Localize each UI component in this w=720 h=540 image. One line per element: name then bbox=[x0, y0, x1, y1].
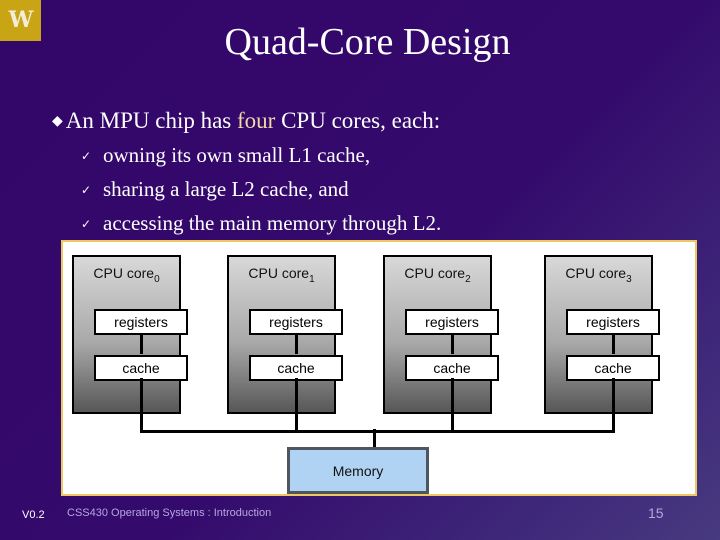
memory-link bbox=[373, 429, 376, 449]
sub-bullet-text: accessing the main memory through L2. bbox=[103, 211, 442, 235]
core-title: CPU core2 bbox=[404, 265, 471, 285]
sub-bullet-text: owning its own small L1 cache, bbox=[103, 143, 371, 167]
cpu-core-2: CPU core2 registers cache bbox=[383, 255, 499, 414]
course-footer: CSS430 Operating Systems : Introduction bbox=[67, 507, 272, 519]
connector-line bbox=[140, 334, 143, 354]
registers-box: registers bbox=[94, 309, 188, 335]
registers-box: registers bbox=[405, 309, 499, 335]
checkmark-icon: ✓ bbox=[81, 217, 92, 231]
bullet-list: ◆ An MPU chip has four CPU cores, each: ✓… bbox=[52, 106, 441, 242]
shared-bus bbox=[140, 430, 615, 433]
cpu-core-3: CPU core3 registers cache bbox=[544, 255, 660, 414]
core-index: 3 bbox=[626, 273, 632, 285]
core-index: 1 bbox=[309, 273, 315, 285]
core-index: 0 bbox=[154, 273, 160, 285]
quad-core-diagram: CPU core0 registers cache CPU core1 regi… bbox=[61, 240, 697, 496]
core-title: CPU core3 bbox=[565, 265, 632, 285]
page-number: 15 bbox=[648, 505, 664, 521]
cpu-core-1: CPU core1 registers cache bbox=[227, 255, 343, 414]
bullet-highlight: four bbox=[237, 108, 276, 133]
bus-drop-core-2 bbox=[451, 378, 454, 432]
connector-line bbox=[451, 334, 454, 354]
sub-bullet: ✓ owning its own small L1 cache, bbox=[81, 140, 469, 174]
sub-bullet: ✓ accessing the main memory through L2. bbox=[81, 208, 469, 242]
bus-drop-core-3 bbox=[612, 378, 615, 432]
core-title: CPU core1 bbox=[248, 265, 315, 285]
checkmark-icon: ✓ bbox=[81, 149, 92, 163]
sub-bullet-text: sharing a large L2 cache, and bbox=[103, 177, 349, 201]
main-bullet: ◆ An MPU chip has four CPU cores, each: bbox=[52, 106, 440, 140]
core-title: CPU core0 bbox=[93, 265, 160, 285]
cpu-core-0: CPU core0 registers cache bbox=[72, 255, 188, 414]
slide-title: Quad-Core Design bbox=[224, 21, 511, 63]
core-index: 2 bbox=[465, 273, 471, 285]
connector-line bbox=[295, 334, 298, 354]
checkmark-icon: ✓ bbox=[81, 183, 92, 197]
diamond-bullet-icon: ◆ bbox=[52, 114, 63, 129]
sub-bullet: ✓ sharing a large L2 cache, and bbox=[81, 174, 469, 208]
connector-line bbox=[612, 334, 615, 354]
registers-box: registers bbox=[566, 309, 660, 335]
bullet-text-before: An MPU chip has bbox=[65, 108, 238, 133]
bus-drop-core-1 bbox=[295, 378, 298, 432]
bus-drop-core-0 bbox=[140, 378, 143, 432]
registers-box: registers bbox=[249, 309, 343, 335]
bullet-text-after: CPU cores, each: bbox=[275, 108, 441, 133]
version-label: V0.2 bbox=[22, 509, 45, 521]
memory-box: Memory bbox=[287, 447, 429, 494]
